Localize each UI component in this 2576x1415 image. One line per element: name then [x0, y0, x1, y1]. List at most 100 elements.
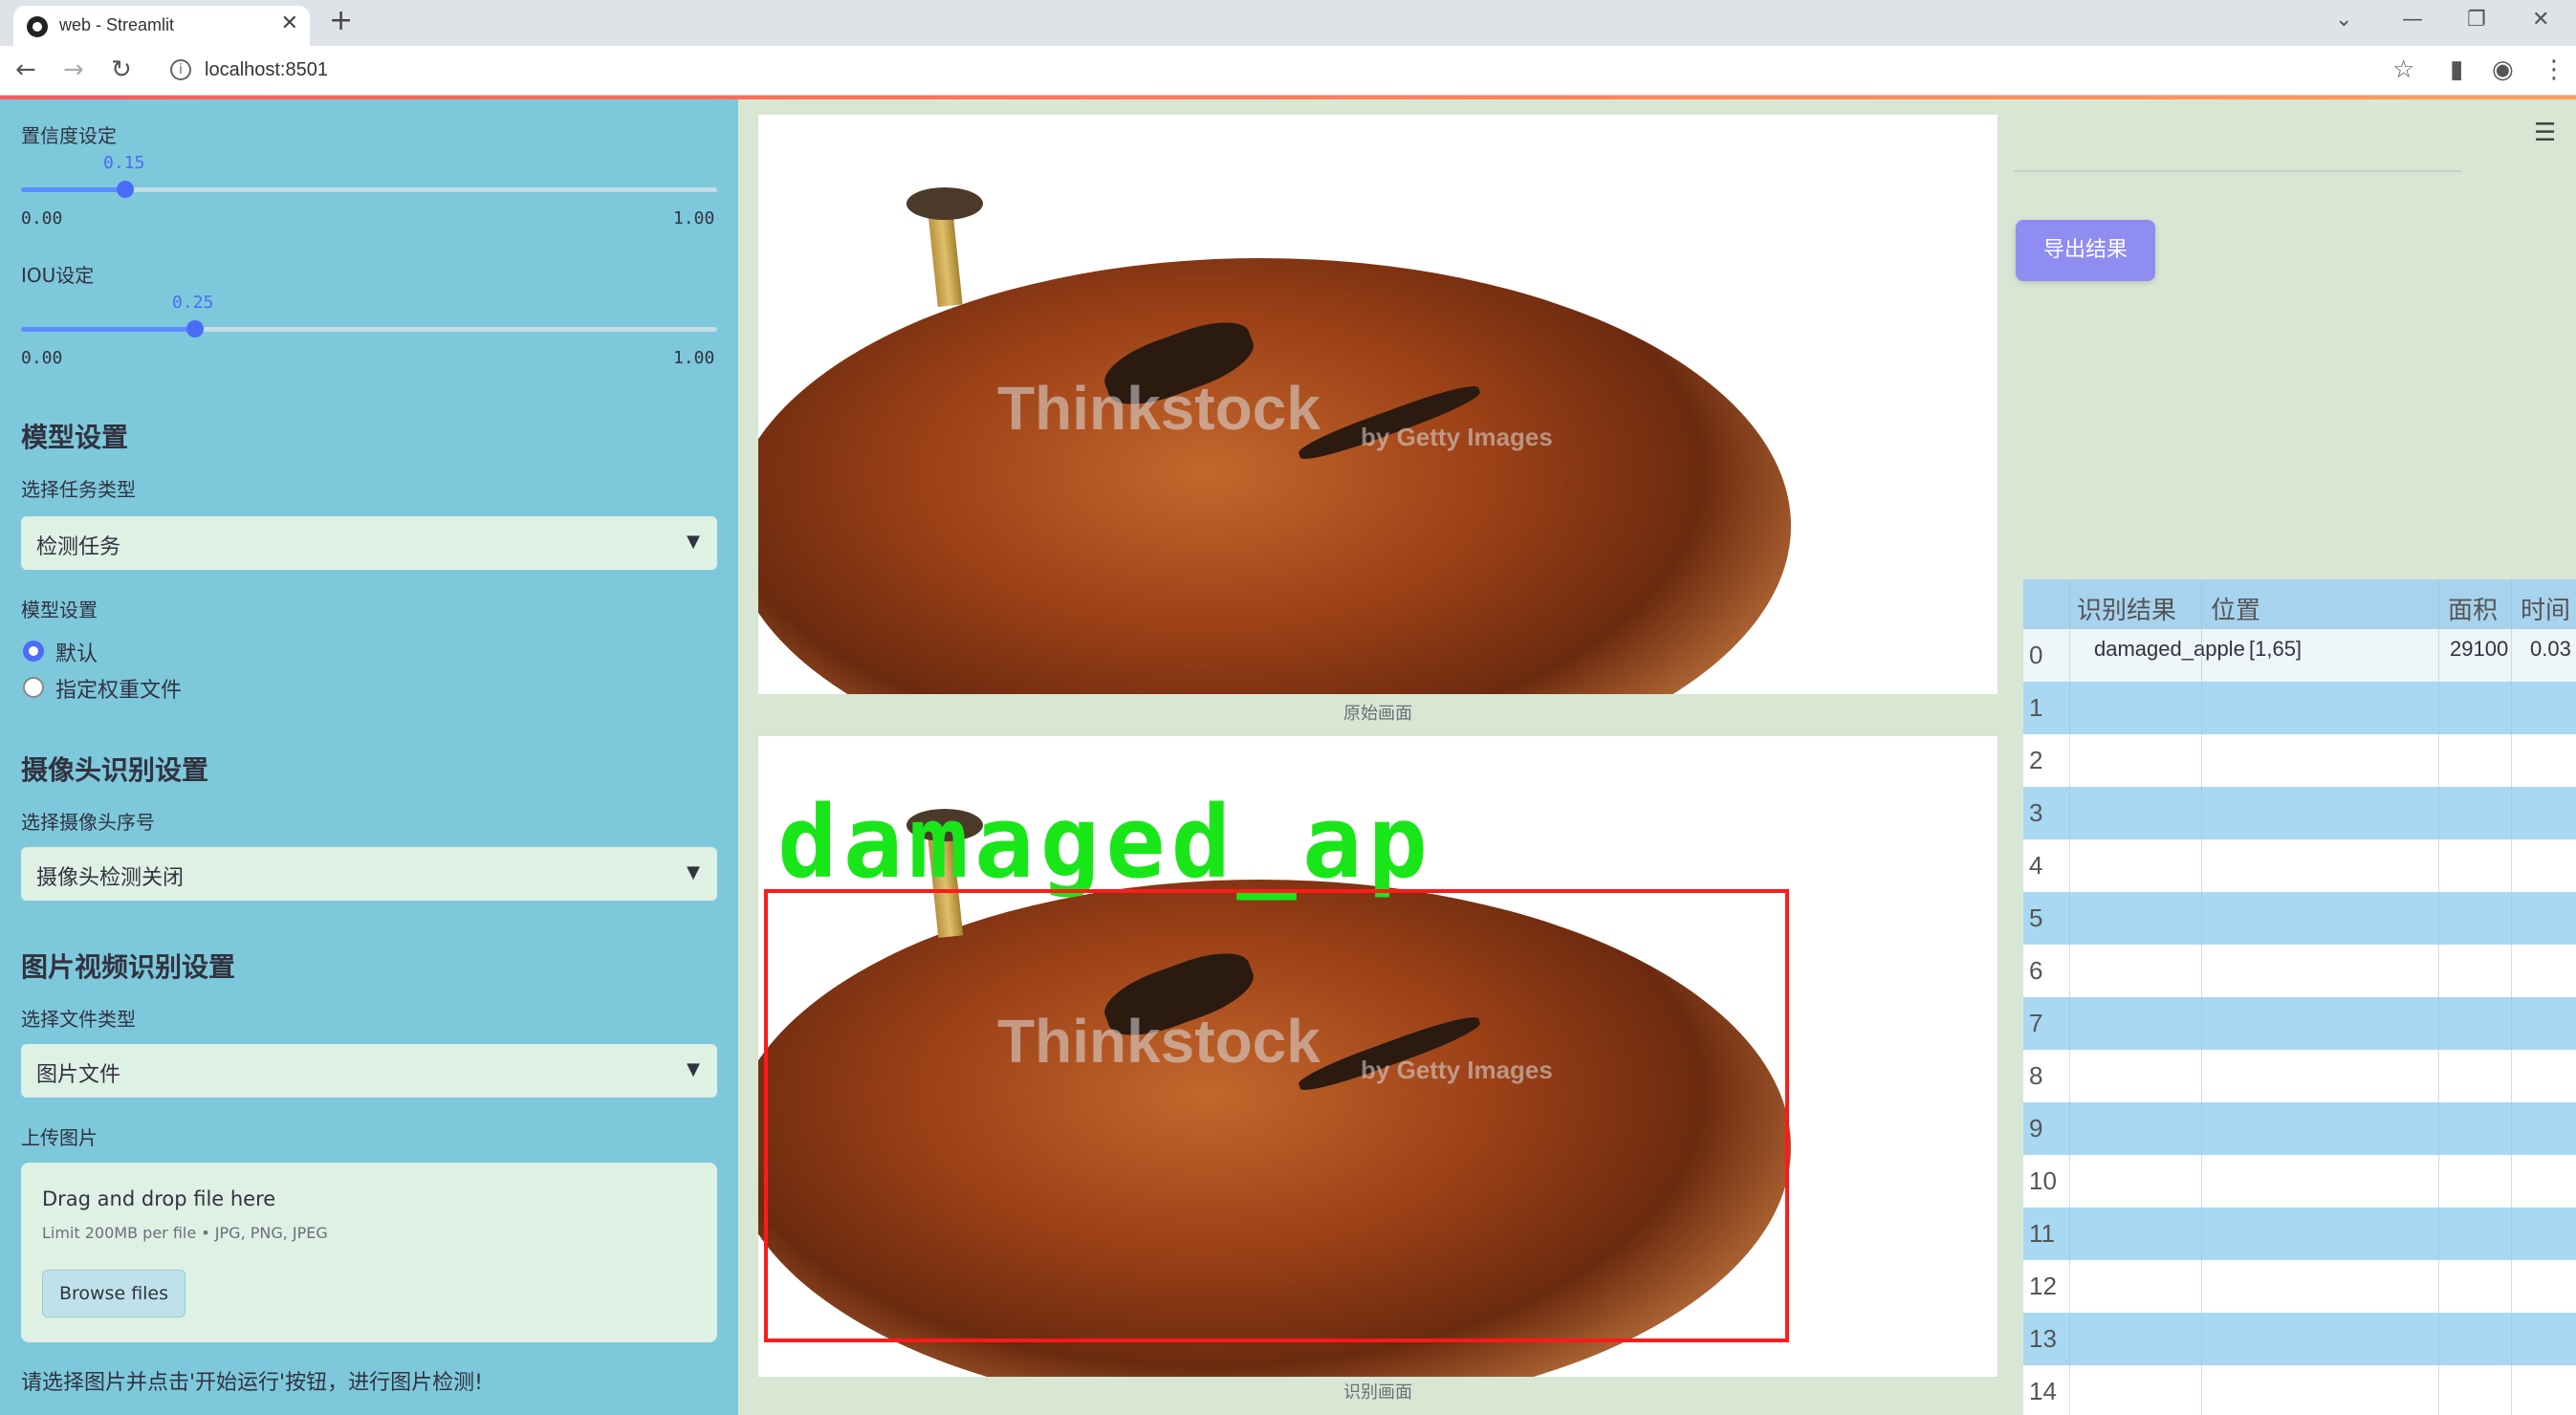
media-settings-heading: 图片视频识别设置 — [21, 951, 236, 983]
browser-tab[interactable]: web - Streamlit ✕ — [13, 6, 310, 46]
task-type-label: 选择任务类型 — [21, 478, 136, 501]
table-row[interactable]: 4 — [2023, 839, 2576, 892]
reload-icon[interactable]: ↻ — [111, 55, 132, 84]
address-bar[interactable]: i localhost:8501 — [153, 54, 2419, 88]
results-table[interactable]: 识别结果 位置 面积 时间 0 damaged_apple [1,65] 291… — [2023, 579, 2576, 1415]
row-index: 3 — [2029, 798, 2043, 827]
tab-list-chevron-icon[interactable]: ⌄ — [2335, 8, 2352, 32]
profile-avatar-icon[interactable]: ◉ — [2492, 55, 2514, 84]
column-divider — [2438, 579, 2439, 1415]
upload-label: 上传图片 — [21, 1126, 98, 1149]
upload-limit-text: Limit 200MB per file • JPG, PNG, JPEG — [42, 1224, 328, 1242]
minimize-icon[interactable]: — — [2402, 8, 2423, 32]
result-image-caption: 识别画面 — [1343, 1382, 1412, 1403]
browser-toolbar: ← → ↻ i localhost:8501 ☆ ▮ ◉ ⋮ — [0, 46, 2576, 96]
row-index: 9 — [2029, 1114, 2043, 1143]
camera-settings-heading: 摄像头识别设置 — [21, 754, 209, 786]
table-row[interactable]: 12 — [2023, 1260, 2576, 1313]
chevron-down-icon: ▼ — [687, 1059, 700, 1079]
result-image: Thinkstock by Getty Images damaged_ap — [758, 736, 1997, 1377]
header-position[interactable]: 位置 — [2211, 591, 2260, 626]
iou-slider[interactable] — [21, 320, 717, 337]
row-index: 6 — [2029, 956, 2043, 985]
iou-min: 0.00 — [21, 348, 63, 368]
row-index: 12 — [2029, 1272, 2057, 1300]
export-results-button[interactable]: 导出结果 — [2016, 220, 2155, 281]
iou-value: 0.25 — [172, 293, 214, 313]
column-divider — [2511, 579, 2512, 1415]
url-text[interactable]: localhost:8501 — [205, 59, 328, 81]
radio-default-label[interactable]: 默认 — [55, 637, 98, 667]
streamlit-favicon-icon — [27, 16, 48, 37]
chevron-down-icon: ▼ — [687, 532, 700, 552]
table-row[interactable]: 2 — [2023, 734, 2576, 787]
site-info-icon[interactable]: i — [170, 59, 191, 80]
iou-slider-thumb[interactable] — [186, 320, 204, 337]
window-close-icon[interactable]: ✕ — [2532, 8, 2549, 32]
confidence-max: 1.00 — [673, 208, 715, 229]
bookmark-star-icon[interactable]: ☆ — [2392, 55, 2414, 84]
restore-icon[interactable]: ❐ — [2467, 8, 2486, 32]
row-index: 11 — [2029, 1219, 2055, 1248]
detection-bounding-box — [764, 889, 1789, 1342]
cell-time[interactable]: 0.03 — [2530, 637, 2571, 662]
header-time[interactable]: 时间 — [2521, 591, 2570, 626]
row-index: 13 — [2029, 1324, 2057, 1353]
forward-icon[interactable]: → — [63, 55, 84, 84]
watermark-text: Thinkstock — [997, 374, 1321, 443]
file-uploader-dropzone[interactable]: Drag and drop file here Limit 200MB per … — [21, 1163, 717, 1342]
header-result[interactable]: 识别结果 — [2077, 591, 2176, 626]
radio-default[interactable] — [23, 641, 44, 662]
browse-files-button[interactable]: Browse files — [42, 1270, 186, 1317]
sidebar-instruction: 请选择图片并点击'开始运行'按钮，进行图片检测! — [21, 1371, 483, 1395]
camera-index-label: 选择摄像头序号 — [21, 811, 155, 834]
cell-area[interactable]: 29100 — [2450, 637, 2508, 662]
tab-title: web - Streamlit — [59, 15, 175, 34]
table-row[interactable]: 3 — [2023, 787, 2576, 839]
camera-index-select[interactable]: 摄像头检测关闭 ▼ — [21, 847, 717, 901]
table-row[interactable]: 11 — [2023, 1208, 2576, 1260]
iou-slider-fill — [21, 327, 195, 332]
row-index: 8 — [2029, 1061, 2043, 1090]
table-row[interactable]: 10 — [2023, 1155, 2576, 1208]
back-icon[interactable]: ← — [15, 55, 36, 84]
side-panel-icon[interactable]: ▮ — [2450, 55, 2463, 84]
radio-custom-weights-label[interactable]: 指定权重文件 — [55, 673, 182, 704]
row-index: 0 — [2029, 641, 2043, 669]
table-row[interactable]: 1 — [2023, 682, 2576, 734]
confidence-value: 0.15 — [103, 153, 145, 173]
model-settings-heading: 模型设置 — [21, 422, 129, 453]
row-index: 5 — [2029, 903, 2043, 932]
divider — [2014, 170, 2461, 172]
tab-close-icon[interactable]: ✕ — [281, 11, 298, 35]
header-area[interactable]: 面积 — [2448, 591, 2498, 626]
table-row[interactable]: 8 — [2023, 1050, 2576, 1102]
file-type-select[interactable]: 图片文件 ▼ — [21, 1044, 717, 1098]
task-type-select[interactable]: 检测任务 ▼ — [21, 516, 717, 570]
column-divider — [2201, 579, 2202, 1415]
hamburger-menu-icon[interactable]: ☰ — [2534, 119, 2556, 147]
table-header: 识别结果 位置 面积 时间 — [2023, 579, 2576, 629]
table-row[interactable]: 7 — [2023, 997, 2576, 1050]
confidence-slider-thumb[interactable] — [117, 181, 135, 198]
table-row[interactable]: 14 — [2023, 1365, 2576, 1415]
confidence-slider[interactable] — [21, 181, 717, 198]
table-row[interactable]: 5 — [2023, 892, 2576, 945]
file-type-label: 选择文件类型 — [21, 1008, 136, 1031]
table-row[interactable]: 6 — [2023, 945, 2576, 997]
apple-shape — [758, 258, 1791, 694]
browser-menu-icon[interactable]: ⋮ — [2542, 55, 2566, 84]
row-index: 2 — [2029, 746, 2043, 774]
upload-dropzone-title: Drag and drop file here — [42, 1187, 276, 1210]
watermark-subtext: by Getty Images — [1361, 423, 1553, 451]
cell-position[interactable]: [1,65] — [2249, 637, 2302, 662]
row-index: 7 — [2029, 1009, 2043, 1037]
original-image: Thinkstock by Getty Images — [758, 115, 1997, 694]
table-row[interactable]: 13 — [2023, 1313, 2576, 1365]
table-row[interactable]: 9 — [2023, 1102, 2576, 1155]
detection-label: damaged_ap — [777, 784, 1434, 901]
new-tab-button[interactable]: + — [329, 4, 353, 37]
cell-result[interactable]: damaged_apple — [2094, 637, 2245, 662]
radio-custom-weights[interactable] — [23, 677, 44, 698]
table-row[interactable]: 0 damaged_apple [1,65] 29100 0.03 — [2023, 629, 2576, 682]
